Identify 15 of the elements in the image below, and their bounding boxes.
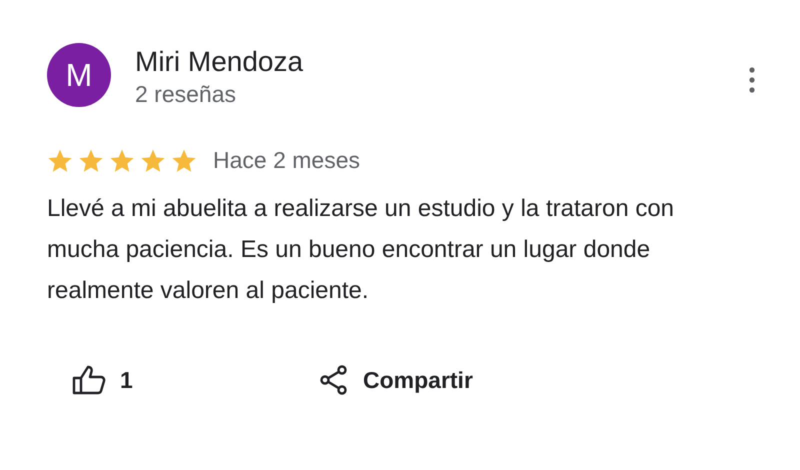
avatar: M xyxy=(47,43,111,107)
star-icon xyxy=(171,148,197,174)
star-icon xyxy=(47,148,73,174)
share-button[interactable]: Compartir xyxy=(319,365,473,395)
more-options-icon[interactable] xyxy=(748,67,756,93)
review-count: 2 reseñas xyxy=(135,80,238,109)
star-icon xyxy=(140,148,166,174)
author-name[interactable]: Miri Mendoza xyxy=(135,45,748,79)
review-text: Llevé a mi abuelita a realizarse un estudio y la trataron con mucha paciencia. Es un bueno encontrar un lugar donde realmente valoren al paciente. xyxy=(47,194,676,306)
like-button[interactable]: 1 xyxy=(72,365,319,395)
share-icon xyxy=(319,365,349,395)
review-time: Hace 2 meses xyxy=(213,147,360,174)
star-icon xyxy=(78,148,104,174)
star-icon xyxy=(109,148,135,174)
thumbs-up-icon xyxy=(72,365,106,395)
